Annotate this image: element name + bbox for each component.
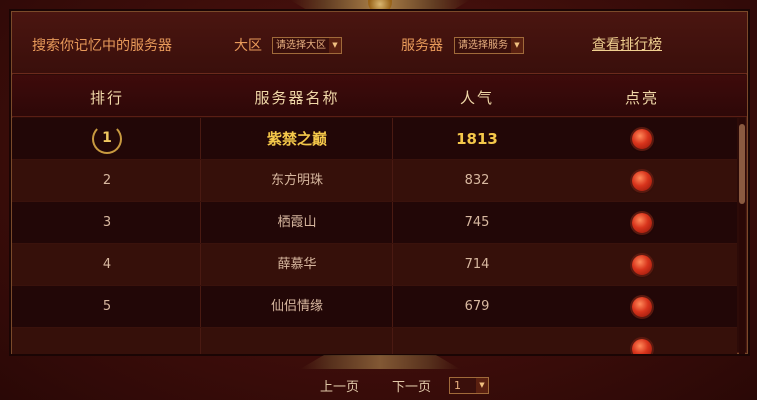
rank-cell: 2 — [102, 173, 112, 188]
rank-cell: 1 — [52, 118, 162, 160]
bottom-ornament — [300, 355, 460, 369]
table-body: 1 紫禁之巅 1813 2 东方明珠 832 3 栖霞山 745 4 薛慕华 7… — [12, 118, 737, 354]
red-orb-icon[interactable] — [632, 171, 652, 191]
view-ranking-link[interactable]: 查看排行榜 — [592, 34, 662, 54]
server-panel: 搜索你记忆中的服务器 大区 请选择大区 ▼ 服务器 请选择服务 ▼ 查看排行榜 … — [11, 11, 748, 354]
triangle-down-icon: ▼ — [329, 38, 341, 53]
header-rank: 排行 — [89, 89, 124, 107]
region-select[interactable]: 请选择大区 ▼ — [272, 37, 342, 54]
light-cell — [572, 160, 712, 202]
scroll-thumb[interactable] — [739, 124, 745, 204]
server-select-value: 请选择服务 — [458, 40, 508, 51]
red-orb-icon[interactable] — [632, 339, 652, 354]
header-light: 点亮 — [624, 89, 659, 107]
server-select[interactable]: 请选择服务 ▼ — [454, 37, 524, 54]
red-orb-icon[interactable] — [632, 297, 652, 317]
server-name: 栖霞山 — [277, 215, 317, 230]
popularity-value: 832 — [464, 173, 490, 188]
light-cell — [572, 244, 712, 286]
server-name: 东方明珠 — [270, 173, 323, 188]
page-select-value: 1 — [454, 379, 461, 392]
table-row — [12, 328, 737, 354]
header-name: 服务器名称 — [254, 89, 340, 107]
triangle-down-icon: ▼ — [511, 38, 523, 53]
table-header: 排行 服务器名称 人气 点亮 — [12, 75, 747, 117]
popularity-value: 714 — [464, 257, 490, 272]
popularity-value: 679 — [464, 299, 490, 314]
search-bar: 搜索你记忆中的服务器 大区 请选择大区 ▼ 服务器 请选择服务 ▼ 查看排行榜 — [12, 12, 747, 74]
region-select-value: 请选择大区 — [276, 40, 326, 51]
table-row: 5 仙侣情缘 679 — [12, 286, 737, 328]
red-orb-icon[interactable] — [632, 129, 652, 149]
table-row: 4 薛慕华 714 — [12, 244, 737, 286]
popularity-value: 1813 — [456, 130, 498, 148]
table-row: 1 紫禁之巅 1813 — [12, 118, 737, 160]
light-cell — [572, 328, 712, 354]
server-name: 紫禁之巅 — [266, 130, 327, 148]
header-popularity: 人气 — [459, 89, 494, 107]
laurel-icon: 1 — [92, 124, 122, 154]
rank-cell: 3 — [102, 215, 112, 230]
table-scrollbar[interactable] — [739, 118, 745, 354]
server-label: 服务器 — [401, 38, 443, 54]
red-orb-icon[interactable] — [632, 213, 652, 233]
prev-page-button[interactable]: 上一页 — [320, 376, 359, 395]
server-name: 薛慕华 — [277, 257, 317, 272]
search-title: 搜索你记忆中的服务器 — [32, 38, 172, 54]
table-row: 3 栖霞山 745 — [12, 202, 737, 244]
rank-cell: 5 — [102, 299, 112, 314]
popularity-value: 745 — [464, 215, 490, 230]
rank-cell: 4 — [102, 257, 112, 272]
light-cell — [572, 202, 712, 244]
light-cell — [572, 118, 712, 160]
next-page-button[interactable]: 下一页 — [392, 376, 431, 395]
triangle-down-icon: ▼ — [476, 378, 488, 393]
page-select[interactable]: 1 ▼ — [449, 377, 489, 394]
red-orb-icon[interactable] — [632, 255, 652, 275]
server-name: 仙侣情缘 — [270, 299, 323, 314]
region-label: 大区 — [234, 38, 262, 54]
table-row: 2 东方明珠 832 — [12, 160, 737, 202]
light-cell — [572, 286, 712, 328]
